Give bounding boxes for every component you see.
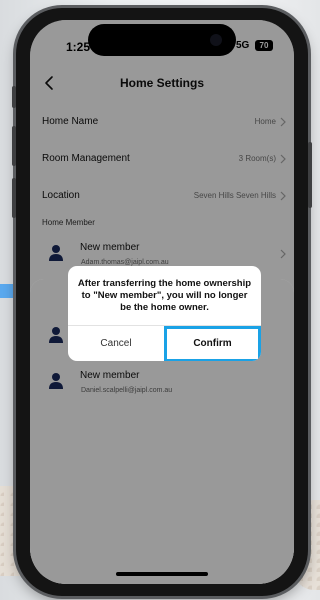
phone-power-button	[308, 142, 312, 208]
cancel-button[interactable]: Cancel	[68, 326, 164, 361]
transfer-confirm-dialog: After transferring the home ownership to…	[68, 266, 261, 361]
home-indicator[interactable]	[116, 572, 208, 576]
app-screen: 1:25 5G 70 Home Settings Home Name Home …	[30, 20, 294, 584]
confirm-button[interactable]: Confirm	[164, 326, 261, 361]
dialog-message: After transferring the home ownership to…	[77, 278, 252, 313]
phone-volume-down-button	[12, 178, 16, 218]
dialog-button-row: Cancel Confirm	[68, 325, 261, 361]
phone-frame: 1:25 5G 70 Home Settings Home Name Home …	[12, 8, 312, 596]
phone-action-button	[12, 86, 16, 108]
phone-volume-up-button	[12, 126, 16, 166]
